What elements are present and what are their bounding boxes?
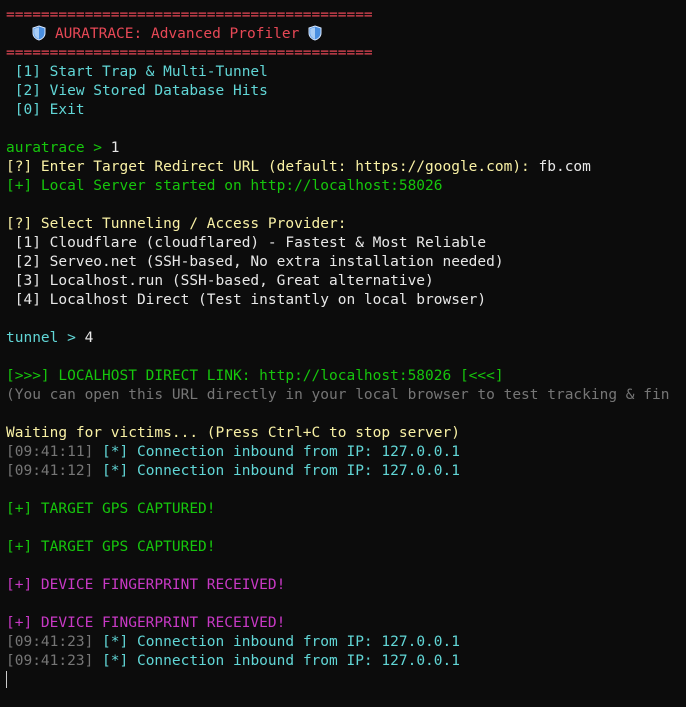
cursor-line[interactable] xyxy=(6,671,686,690)
terminal-window[interactable]: ========================================… xyxy=(0,0,686,707)
gps-captured-message: [+] TARGET GPS CAPTURED! xyxy=(6,539,216,555)
direct-link-hint: (You can open this URL directly in your … xyxy=(6,387,670,403)
log-message: [*] Connection inbound from IP: 127.0.0.… xyxy=(93,463,460,479)
banner-rule-top: ========================================… xyxy=(6,7,373,23)
menu-item-exit: [0] Exit xyxy=(6,102,85,118)
banner-title-line: AURATRACE: Advanced Profiler xyxy=(6,25,686,44)
log-line: [09:41:23] [*] Connection inbound from I… xyxy=(6,633,686,652)
tunnel-option-localhost-run: [3] Localhost.run (SSH-based, Great alte… xyxy=(6,273,434,289)
shield-icon xyxy=(32,25,46,41)
fingerprint-received-message: [+] DEVICE FINGERPRINT RECEIVED! xyxy=(6,577,286,593)
redirect-question: [?] Enter Target Redirect URL (default: … xyxy=(6,159,539,175)
prompt-label: tunnel > xyxy=(6,330,85,346)
menu-item-start-trap: [1] Start Trap & Multi-Tunnel xyxy=(6,64,268,80)
log-timestamp: [09:41:11] xyxy=(6,444,94,460)
prompt-input: 4 xyxy=(84,330,94,346)
banner-rule-bottom: ========================================… xyxy=(6,45,373,61)
tunnel-question: [?] Select Tunneling / Access Provider: xyxy=(6,216,347,232)
tunnel-option-cloudflare: [1] Cloudflare (cloudflared) - Fastest &… xyxy=(6,235,487,251)
prompt-tunnel: tunnel > 4 xyxy=(6,329,686,348)
text-cursor xyxy=(6,671,7,688)
prompt-auratrace: auratrace > 1 xyxy=(6,139,686,158)
prompt-input: 1 xyxy=(110,140,120,156)
server-started-message: [+] Local Server started on http://local… xyxy=(6,178,443,194)
log-timestamp: [09:41:23] xyxy=(6,653,94,669)
prompt-label: auratrace > xyxy=(6,140,111,156)
redirect-answer: fb.com xyxy=(538,159,591,175)
log-timestamp: [09:41:12] xyxy=(6,463,94,479)
log-message: [*] Connection inbound from IP: 127.0.0.… xyxy=(93,653,460,669)
log-line: [09:41:23] [*] Connection inbound from I… xyxy=(6,652,686,671)
redirect-prompt: [?] Enter Target Redirect URL (default: … xyxy=(6,158,686,177)
banner-title: AURATRACE: Advanced Profiler xyxy=(54,26,300,42)
log-message: [*] Connection inbound from IP: 127.0.0.… xyxy=(93,634,460,650)
waiting-message: Waiting for victims... (Press Ctrl+C to … xyxy=(6,425,460,441)
menu-item-view-hits: [2] View Stored Database Hits xyxy=(6,83,268,99)
log-line: [09:41:11] [*] Connection inbound from I… xyxy=(6,443,686,462)
gps-captured-message: [+] TARGET GPS CAPTURED! xyxy=(6,501,216,517)
log-timestamp: [09:41:23] xyxy=(6,634,94,650)
shield-icon xyxy=(308,25,322,41)
tunnel-option-localhost-direct: [4] Localhost Direct (Test instantly on … xyxy=(6,292,487,308)
fingerprint-received-message: [+] DEVICE FINGERPRINT RECEIVED! xyxy=(6,615,286,631)
direct-link-message: [>>>] LOCALHOST DIRECT LINK: http://loca… xyxy=(6,368,504,384)
tunnel-option-serveo: [2] Serveo.net (SSH-based, No extra inst… xyxy=(6,254,504,270)
log-line: [09:41:12] [*] Connection inbound from I… xyxy=(6,462,686,481)
log-message: [*] Connection inbound from IP: 127.0.0.… xyxy=(93,444,460,460)
